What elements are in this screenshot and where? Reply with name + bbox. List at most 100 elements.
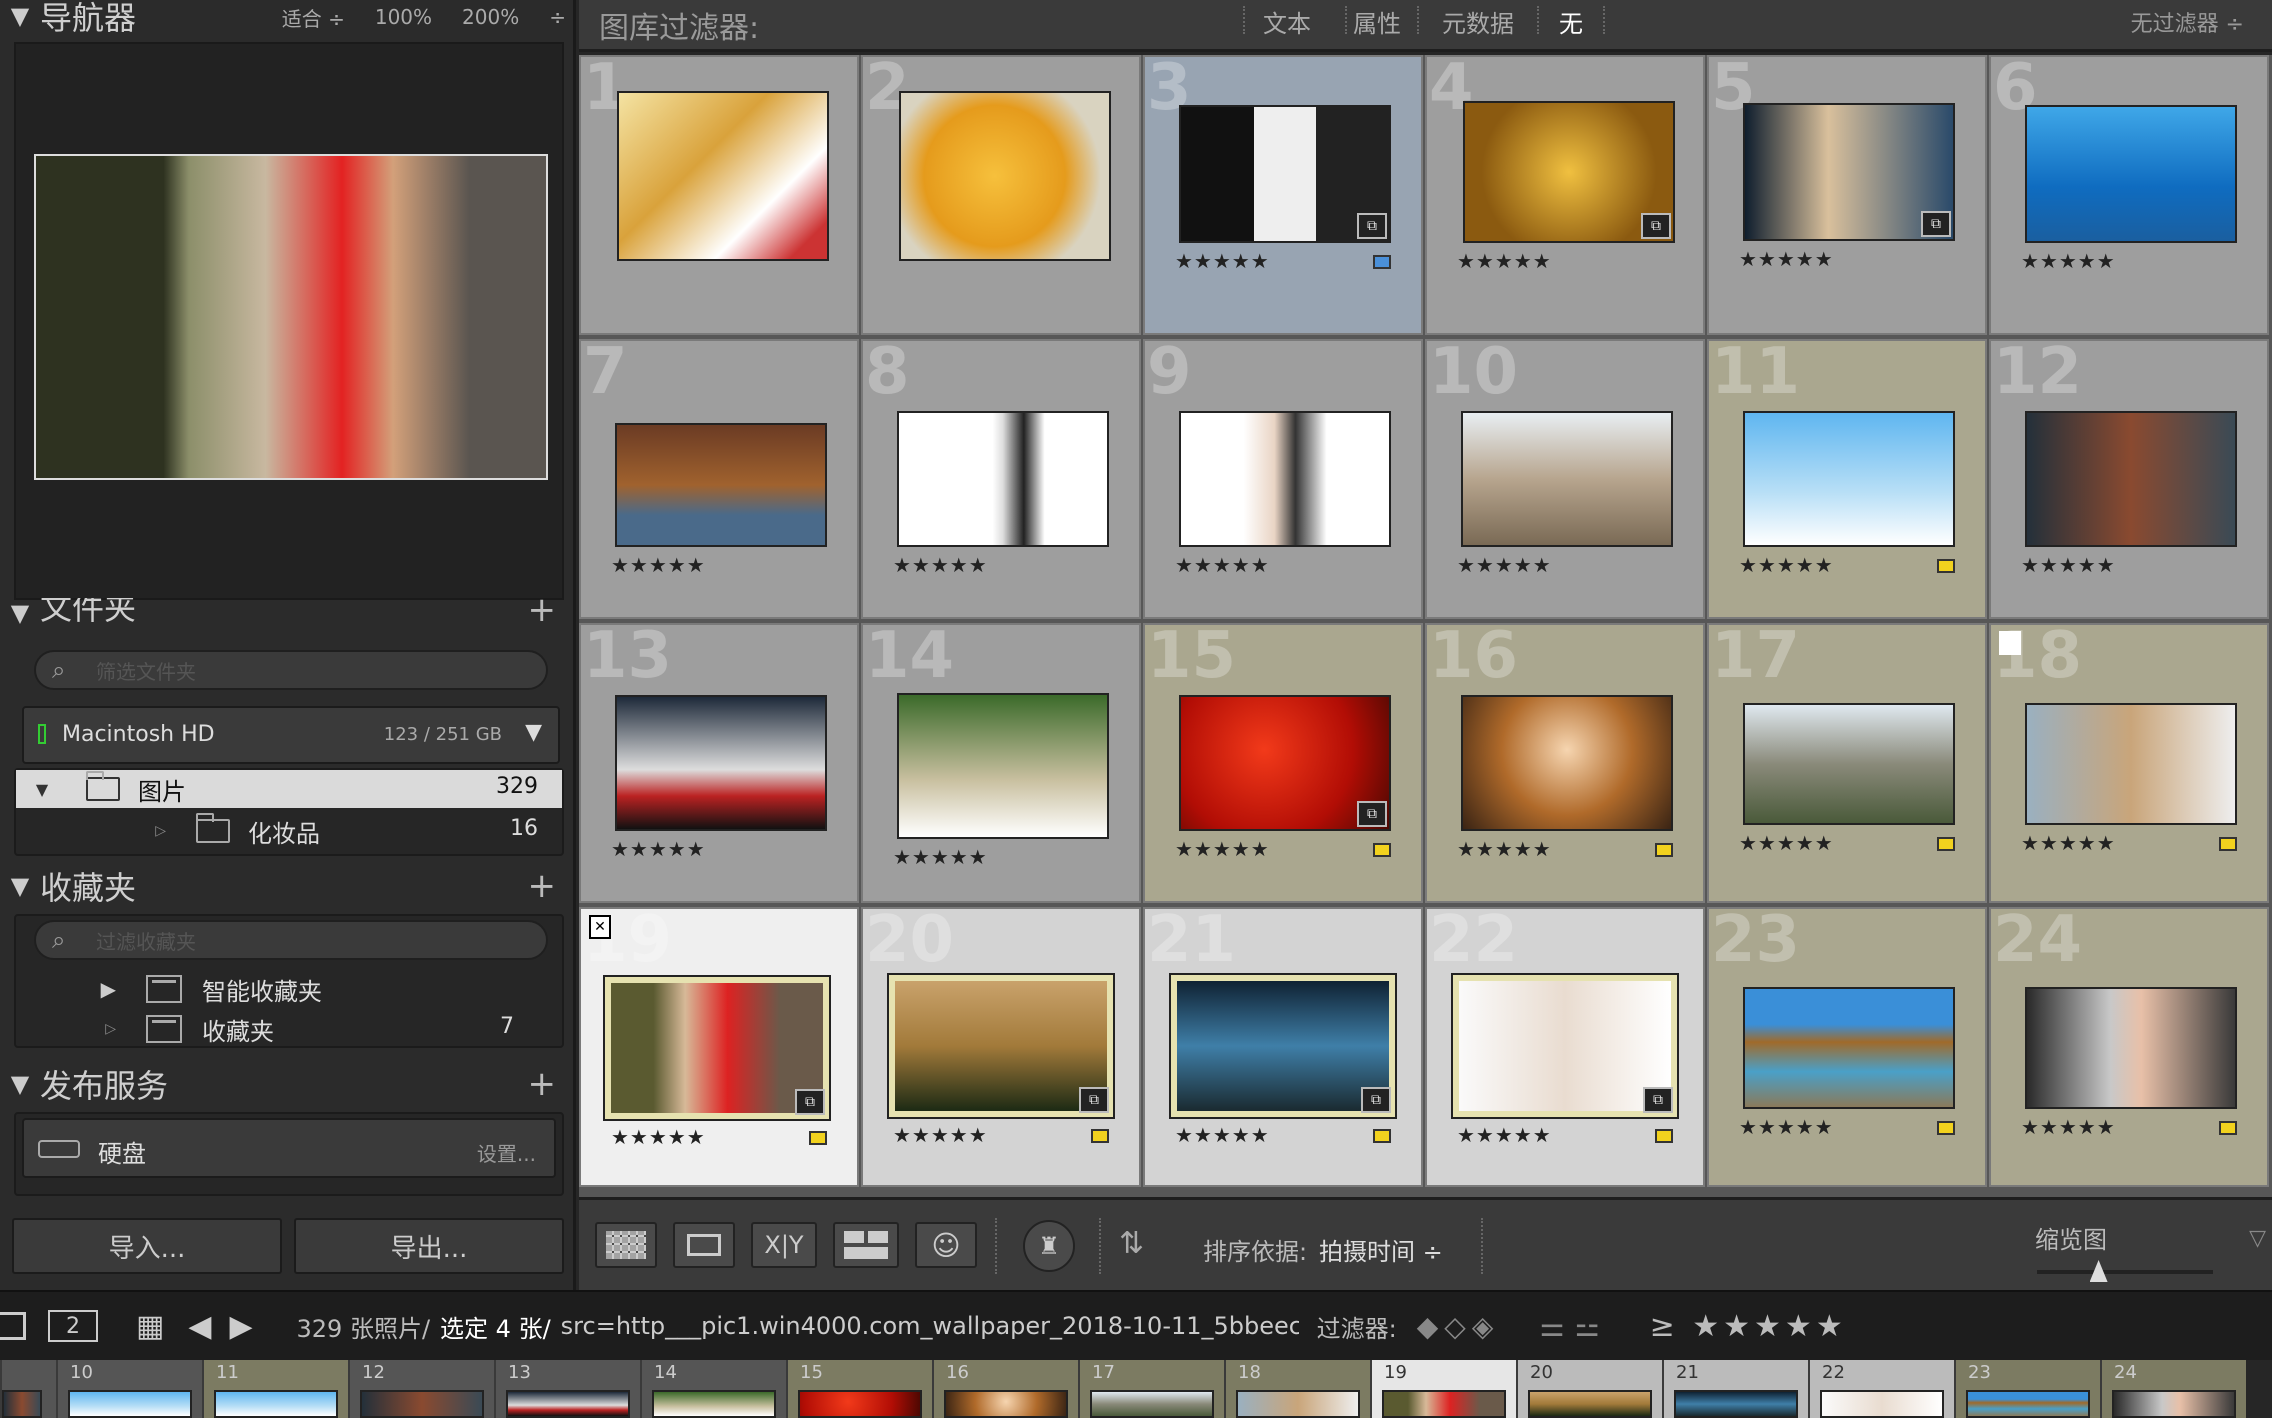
grid-view-icon[interactable]	[595, 1222, 657, 1268]
photo-thumbnail[interactable]	[1461, 695, 1673, 831]
grid-cell[interactable]: 23 ★★★★★	[1707, 907, 1987, 1187]
navigator-image[interactable]	[34, 154, 548, 480]
grid-cell[interactable]: 18 ★★★★★	[1989, 623, 2269, 903]
import-button[interactable]: 导入...	[12, 1218, 282, 1274]
sort-select[interactable]: 拍摄时间 ÷	[1319, 1232, 1443, 1267]
rating-stars[interactable]: ★★★★★	[1739, 553, 1834, 577]
filmstrip-thumbnail[interactable]	[1382, 1390, 1506, 1418]
filmstrip-item[interactable]: 18	[1224, 1360, 1370, 1418]
toolbar-menu-icon[interactable]: ▽	[2249, 1226, 2266, 1251]
filmstrip-thumbnail[interactable]	[1090, 1390, 1214, 1418]
grid-cell[interactable]: 1	[579, 55, 859, 335]
grid-cell[interactable]: 11 ★★★★★	[1707, 339, 1987, 619]
grid-cell[interactable]: 16 ★★★★★	[1425, 623, 1705, 903]
add-publish-service-icon[interactable]: +	[528, 1064, 557, 1104]
color-label[interactable]	[1655, 1129, 1673, 1143]
expand-triangle-icon[interactable]: ▼	[16, 780, 68, 799]
rating-stars[interactable]: ★★★★★	[2021, 1115, 2116, 1139]
filmstrip-thumbnail[interactable]	[360, 1390, 484, 1418]
color-label[interactable]	[1937, 837, 1955, 851]
photo-thumbnail[interactable]	[615, 423, 827, 547]
rating-stars[interactable]: ★★★★★	[1457, 553, 1552, 577]
thumbnail-size-slider[interactable]	[2037, 1260, 2213, 1282]
color-label[interactable]	[1373, 255, 1391, 269]
photo-thumbnail[interactable]	[1461, 411, 1673, 547]
navigator-preview[interactable]	[14, 42, 564, 600]
expand-triangle-icon[interactable]: ▷	[16, 823, 196, 839]
rating-stars[interactable]: ★★★★★	[2021, 249, 2116, 273]
filmstrip-thumbnail[interactable]	[1528, 1390, 1652, 1418]
photo-thumbnail[interactable]	[2025, 703, 2237, 825]
filmstrip-item[interactable]: 23	[1954, 1360, 2100, 1418]
color-label[interactable]	[2219, 1121, 2237, 1135]
filmstrip-item[interactable]: 22	[1808, 1360, 1954, 1418]
filmstrip-item[interactable]	[0, 1360, 56, 1418]
edit-filter-icons[interactable]: ⚌⚍	[1539, 1310, 1609, 1343]
filmstrip-thumbnail[interactable]	[1236, 1390, 1360, 1418]
publish-item-harddisk[interactable]: 硬盘 设置...	[22, 1118, 556, 1178]
filter-tab-text[interactable]: 文本	[1263, 4, 1311, 39]
filmstrip-thumbnail[interactable]	[2, 1390, 42, 1418]
filmstrip-item[interactable]: 14	[640, 1360, 786, 1418]
rating-stars[interactable]: ★★★★★	[893, 845, 988, 869]
collapse-triangle-icon[interactable]: ▼	[0, 1070, 40, 1098]
publish-header[interactable]: ▼ 发布服务 +	[0, 1056, 576, 1112]
rating-stars[interactable]: ★★★★★	[1739, 247, 1834, 271]
grid-cell[interactable]: 20 ⧉ ★★★★★	[861, 907, 1141, 1187]
filmstrip-item[interactable]: 11	[202, 1360, 348, 1418]
folder-item-cosmetics[interactable]: ▷ 化妆品 16	[16, 812, 562, 850]
collection-item-collections[interactable]: ▷ 收藏夹 7	[16, 1010, 562, 1048]
add-folder-icon[interactable]: +	[528, 598, 557, 628]
rating-stars[interactable]: ★★★★★	[893, 1123, 988, 1147]
filmstrip-thumbnail[interactable]	[2112, 1390, 2236, 1418]
filmstrip-thumbnail[interactable]	[214, 1390, 338, 1418]
color-label[interactable]	[2219, 837, 2237, 851]
collection-item-smart[interactable]: ▶ 智能收藏夹	[16, 970, 562, 1008]
rating-stars[interactable]: ★★★★★	[1175, 553, 1270, 577]
photo-thumbnail[interactable]	[899, 91, 1111, 261]
flag-filter-icons[interactable]: ◆◇◈	[1417, 1310, 1500, 1343]
filmstrip-thumbnail[interactable]	[506, 1390, 630, 1418]
photo-thumbnail[interactable]	[2025, 411, 2237, 547]
color-label[interactable]	[1937, 1121, 1955, 1135]
color-label[interactable]	[809, 1131, 827, 1145]
loupe-view-icon[interactable]	[673, 1222, 735, 1268]
collections-header[interactable]: ▼ 收藏夹 +	[0, 858, 576, 914]
survey-view-icon[interactable]	[833, 1222, 899, 1268]
rating-stars[interactable]: ★★★★★	[611, 553, 706, 577]
grid-icon[interactable]: ▦	[136, 1309, 164, 1344]
grid-cell[interactable]: 5 ⧉ ★★★★★	[1707, 55, 1987, 335]
rating-stars[interactable]: ★★★★★	[2021, 553, 2116, 577]
filmstrip-item[interactable]: 12	[348, 1360, 494, 1418]
grid-cell[interactable]: 4 ⧉ ★★★★★	[1425, 55, 1705, 335]
color-label[interactable]	[1091, 1129, 1109, 1143]
volume-row[interactable]: Macintosh HD 123 / 251 GB ▼	[22, 706, 560, 764]
collapse-triangle-icon[interactable]: ▼	[0, 599, 40, 627]
photo-thumbnail[interactable]	[1179, 411, 1391, 547]
rating-stars[interactable]: ★★★★★	[1739, 831, 1834, 855]
rating-stars[interactable]: ★★★★★	[1175, 837, 1270, 861]
photo-thumbnail[interactable]	[897, 411, 1109, 547]
grid-cell[interactable]: 9 ★★★★★	[1143, 339, 1423, 619]
grid-cell[interactable]: 15 ⧉ ★★★★★	[1143, 623, 1423, 903]
filmstrip-item[interactable]: 16	[932, 1360, 1078, 1418]
photo-thumbnail[interactable]	[1743, 703, 1955, 825]
collection-search-input[interactable]: ⌕ 过滤收藏夹	[34, 920, 548, 960]
compare-view-icon[interactable]: X|Y	[751, 1222, 817, 1268]
filmstrip-item[interactable]: 10	[56, 1360, 202, 1418]
filter-tab-attribute[interactable]: 属性	[1353, 4, 1401, 39]
photo-thumbnail[interactable]	[1743, 411, 1955, 547]
filmstrip-thumbnail[interactable]	[944, 1390, 1068, 1418]
grid-cell[interactable]: 6 ★★★★★	[1989, 55, 2269, 335]
grid-cell[interactable]: 8 ★★★★★	[861, 339, 1141, 619]
rating-stars[interactable]: ★★★★★	[1175, 249, 1270, 273]
collapse-triangle-icon[interactable]: ▼	[0, 872, 40, 900]
grid-cell[interactable]: 24 ★★★★★	[1989, 907, 2269, 1187]
filter-preset-select[interactable]: 无过滤器 ÷	[2131, 6, 2244, 38]
filmstrip-item[interactable]: 15	[786, 1360, 932, 1418]
sort-direction-icon[interactable]: ⇅	[1119, 1226, 1144, 1261]
filmstrip-item[interactable]: 20	[1516, 1360, 1662, 1418]
color-label[interactable]	[1373, 1129, 1391, 1143]
grid-cell[interactable]: 17 ★★★★★	[1707, 623, 1987, 903]
grid-cell[interactable]: 19 ⧉ ★★★★★ ✕	[579, 907, 859, 1187]
